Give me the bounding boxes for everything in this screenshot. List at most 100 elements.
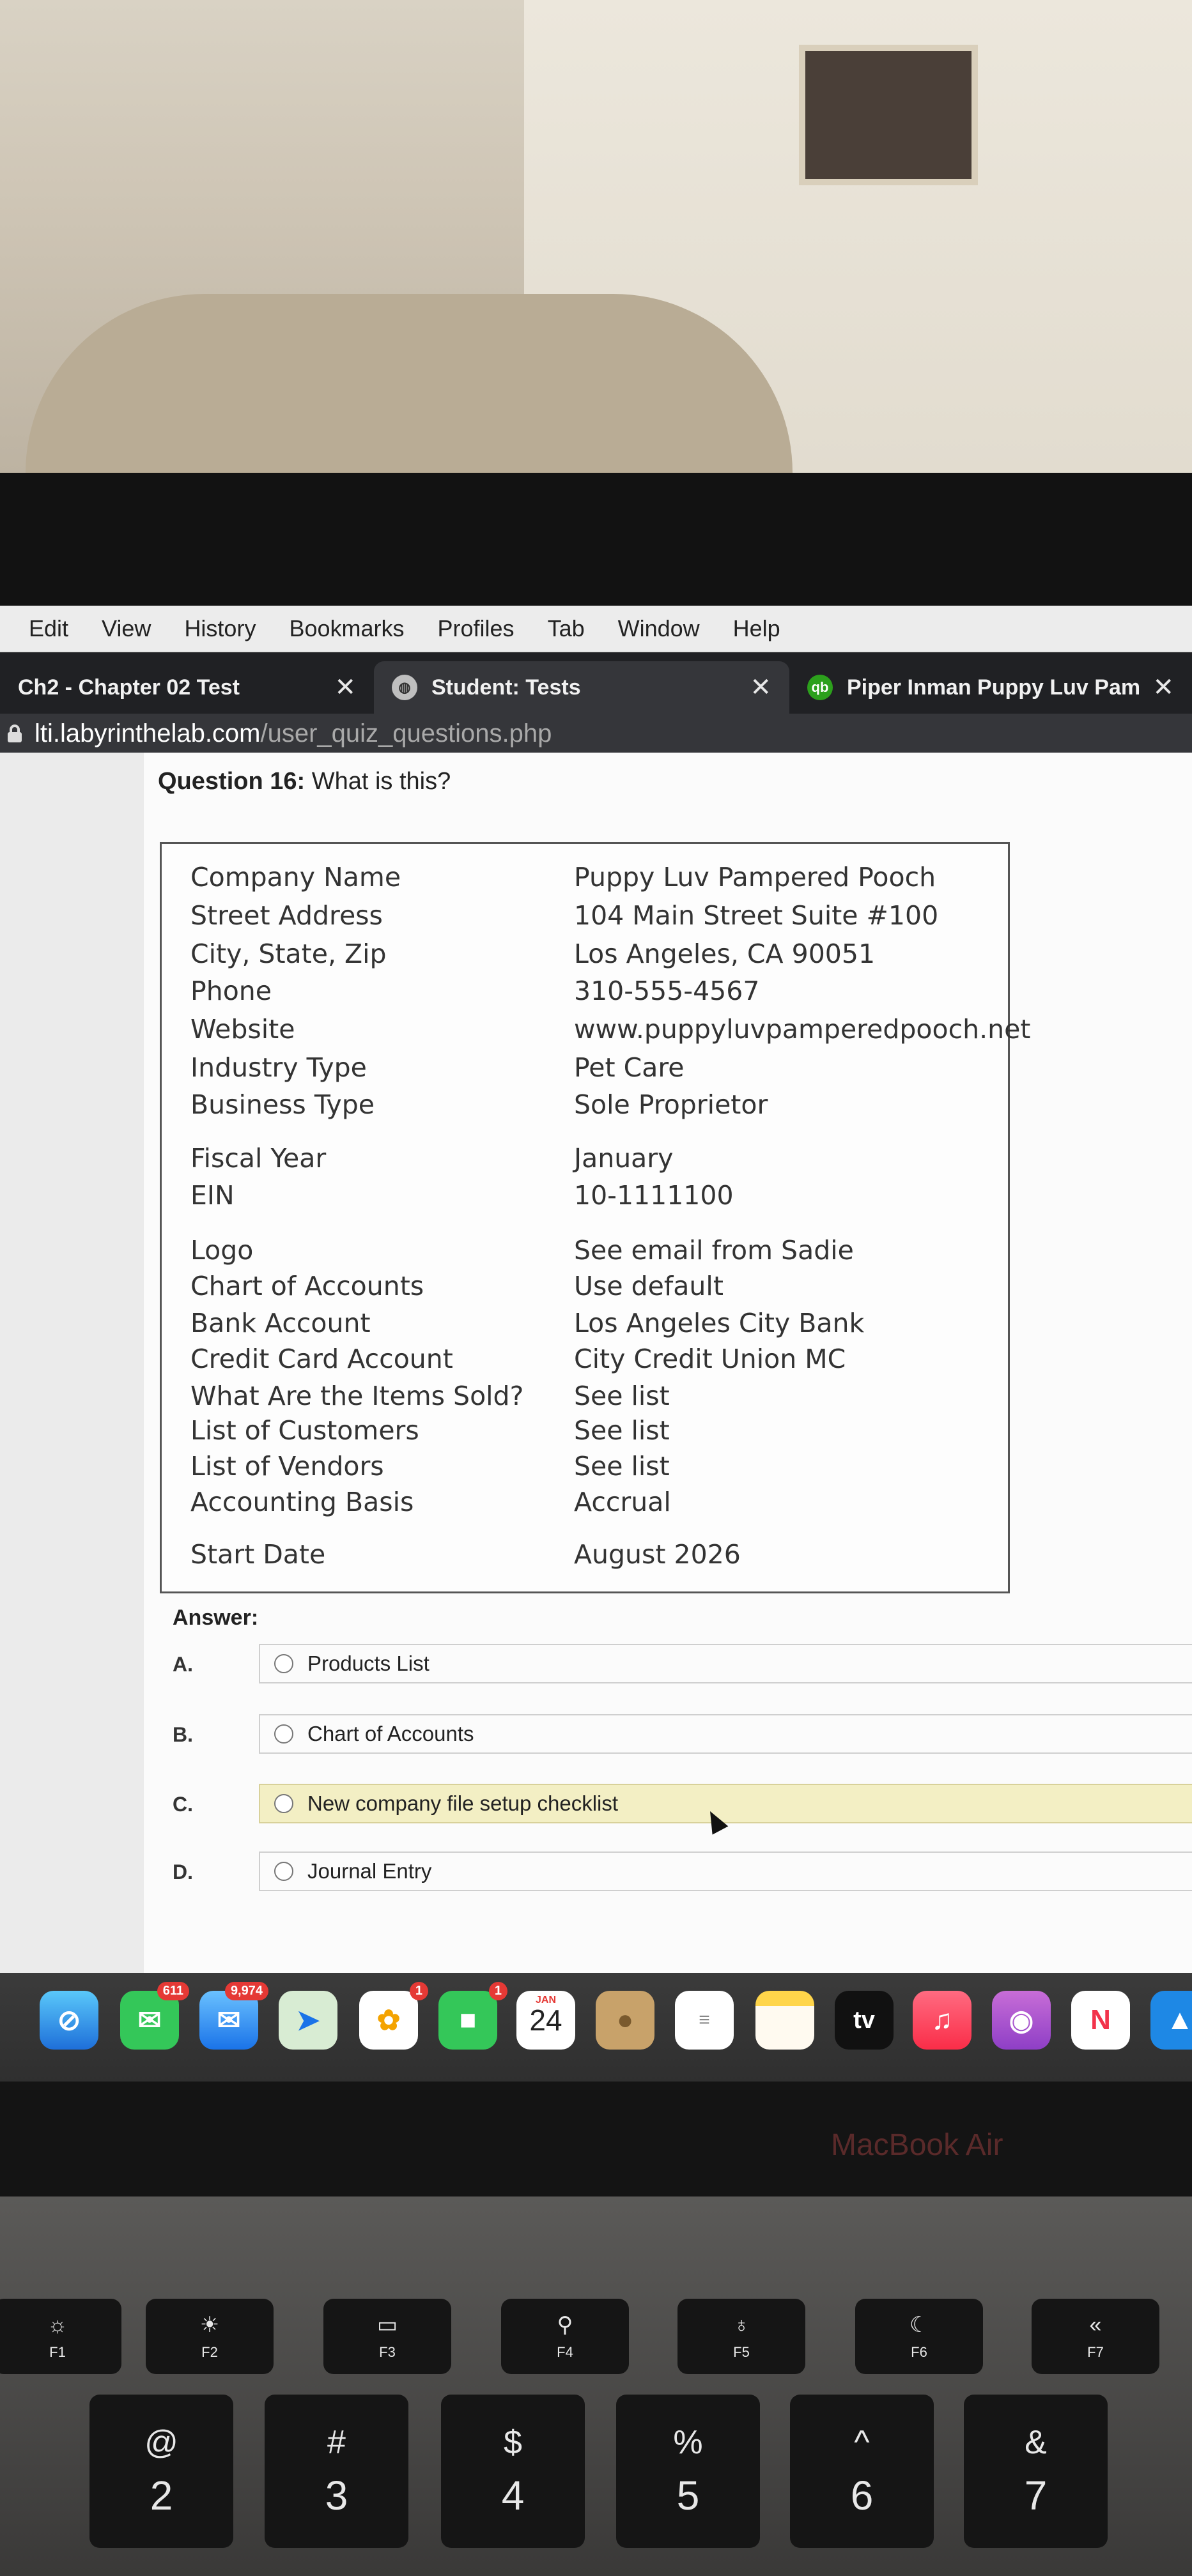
key-label: F6 xyxy=(911,2344,927,2360)
key-digit: 2 xyxy=(150,2472,173,2518)
page: Question 16: What is this? Company Name P… xyxy=(0,753,1192,1973)
tab-student-tests[interactable]: ◍ Student: Tests ✕ xyxy=(374,661,789,714)
option-box[interactable]: New company file setup checklist xyxy=(259,1784,1192,1823)
notes-icon[interactable] xyxy=(755,1991,814,2050)
quickbooks-icon: qb xyxy=(807,675,833,700)
answer-option-b: B. Chart of Accounts xyxy=(173,1714,1192,1756)
keyboard: ☼ F1 ☀ F2 ▭ F3 ⚲ F4 ♁ F5 ☾ F6 «F7 @2 #3 $4 % 5 … xyxy=(0,2196,1192,2576)
info-label: Phone xyxy=(190,976,272,1006)
key-digit: 5 xyxy=(676,2472,700,2518)
option-letter: D. xyxy=(173,1860,193,1883)
menu-view[interactable]: View xyxy=(102,615,151,642)
keynote-icon[interactable]: ▲ xyxy=(1150,1991,1192,2050)
search-icon: ⚲ xyxy=(557,2313,573,2337)
info-value: Use default xyxy=(574,1271,724,1301)
messages-icon[interactable]: ✉ 611 xyxy=(120,1982,189,2050)
microphone-icon: ♁ xyxy=(733,2312,750,2337)
facetime-icon[interactable]: ■ 1 xyxy=(438,1982,507,2050)
menu-help[interactable]: Help xyxy=(733,615,780,642)
close-icon[interactable]: ✕ xyxy=(334,673,356,702)
maps-icon[interactable]: ➤ xyxy=(279,1991,337,2050)
tv-label: tv xyxy=(853,2006,875,2034)
safari-icon[interactable]: ⊘ xyxy=(40,1991,98,2050)
info-value: See email from Sadie xyxy=(574,1235,854,1266)
key-f3[interactable]: ▭ F3 xyxy=(323,2299,451,2374)
mail-icon[interactable]: ✉ 9,974 xyxy=(199,1982,268,2050)
info-label: Start Date xyxy=(190,1539,326,1570)
picture-frame xyxy=(799,45,978,185)
moon-icon: ☾ xyxy=(909,2313,929,2337)
question-number: Question 16: xyxy=(158,768,306,795)
menu-history[interactable]: History xyxy=(184,615,256,642)
podcasts-icon[interactable]: ◉ xyxy=(992,1991,1051,2050)
radio-button[interactable] xyxy=(274,1654,293,1673)
menu-bar: Edit View History Bookmarks Profiles Tab… xyxy=(0,606,1192,652)
key-f1[interactable]: ☼ F1 xyxy=(0,2299,121,2374)
radio-button[interactable] xyxy=(274,1794,293,1813)
info-value: See list xyxy=(574,1381,670,1411)
key-5[interactable]: % 5 xyxy=(616,2395,760,2548)
key-digit: 3 xyxy=(325,2472,348,2518)
option-text: Chart of Accounts xyxy=(307,1722,474,1745)
key-7[interactable]: & 7 xyxy=(964,2395,1108,2548)
key-4[interactable]: $4 xyxy=(441,2395,585,2548)
radio-button[interactable] xyxy=(274,1862,293,1881)
option-box[interactable]: Chart of Accounts xyxy=(259,1714,1192,1754)
key-label: F2 xyxy=(201,2344,218,2360)
key-f4[interactable]: ⚲ F4 xyxy=(501,2299,629,2374)
info-label: Street Address xyxy=(190,900,383,931)
question-text: What is this? xyxy=(311,768,451,795)
menu-tab[interactable]: Tab xyxy=(548,615,585,642)
reminders-icon[interactable]: ≡ xyxy=(675,1991,734,2050)
key-f7[interactable]: « F7 xyxy=(1032,2299,1159,2374)
key-symbol: % xyxy=(673,2424,703,2461)
key-6[interactable]: ^ 6 xyxy=(790,2395,934,2548)
tab-title: Student: Tests xyxy=(431,675,581,700)
info-label: Website xyxy=(190,1014,295,1045)
chair xyxy=(26,294,793,473)
info-label: Bank Account xyxy=(190,1308,371,1338)
tab-chapter-test[interactable]: Ch2 - Chapter 02 Test ✕ xyxy=(0,661,374,714)
key-symbol: @ xyxy=(144,2424,178,2461)
menu-window[interactable]: Window xyxy=(618,615,700,642)
address-bar[interactable]: lti.labyrinthelab.com/user_quiz_question… xyxy=(0,714,1192,753)
option-letter: C. xyxy=(173,1793,193,1816)
info-value: August 2026 xyxy=(574,1539,741,1570)
menu-profiles[interactable]: Profiles xyxy=(438,615,515,642)
option-text: Products List xyxy=(307,1652,430,1675)
key-f5[interactable]: ♁ F5 xyxy=(677,2299,805,2374)
key-2[interactable]: @2 xyxy=(89,2395,233,2548)
info-value: 310-555-4567 xyxy=(574,976,760,1006)
quiz-content: Question 16: What is this? Company Name P… xyxy=(144,753,1192,1973)
key-f6[interactable]: ☾ F6 xyxy=(855,2299,983,2374)
photos-icon[interactable]: ✿ 1 xyxy=(359,1982,428,2050)
info-value: 104 Main Street Suite #100 xyxy=(574,900,939,931)
key-digit: 7 xyxy=(1024,2472,1048,2518)
apple-tv-icon[interactable]: tv xyxy=(835,1991,894,2050)
radio-button[interactable] xyxy=(274,1724,293,1744)
tab-quickbooks[interactable]: qb Piper Inman Puppy Luv Pamper ✕ xyxy=(789,661,1192,714)
menu-bookmarks[interactable]: Bookmarks xyxy=(289,615,404,642)
info-value: Accrual xyxy=(574,1487,671,1517)
contacts-icon[interactable]: ● xyxy=(596,1991,654,2050)
close-icon[interactable]: ✕ xyxy=(1152,673,1174,702)
answer-option-d: D. Journal Entry xyxy=(173,1851,1192,1894)
option-text: New company file setup checklist xyxy=(307,1791,619,1815)
news-icon[interactable]: N xyxy=(1071,1991,1130,2050)
key-f2[interactable]: ☀ F2 xyxy=(146,2299,274,2374)
close-icon[interactable]: ✕ xyxy=(750,673,771,702)
key-3[interactable]: #3 xyxy=(265,2395,408,2548)
option-box[interactable]: Products List xyxy=(259,1644,1192,1683)
screen-bezel-bottom xyxy=(0,2082,1192,2196)
answer-label: Answer: xyxy=(173,1606,259,1630)
option-text: Journal Entry xyxy=(307,1859,432,1883)
calendar-icon[interactable]: JAN 24 xyxy=(516,1991,575,2050)
option-box[interactable]: Journal Entry xyxy=(259,1851,1192,1891)
url-path: /user_quiz_questions.php xyxy=(260,719,552,747)
key-digit: 4 xyxy=(501,2472,525,2518)
menu-edit[interactable]: Edit xyxy=(29,615,68,642)
dock: ⊘ ✉ 611 ✉ 9,974 ➤ ✿ 1 ■ 1 JAN 24 ● ≡ tv ♫ ◉ N… xyxy=(0,1973,1192,2082)
calendar-day: 24 xyxy=(529,2004,562,2037)
music-icon[interactable]: ♫ xyxy=(913,1991,971,2050)
calendar-month: JAN xyxy=(535,1995,556,2005)
